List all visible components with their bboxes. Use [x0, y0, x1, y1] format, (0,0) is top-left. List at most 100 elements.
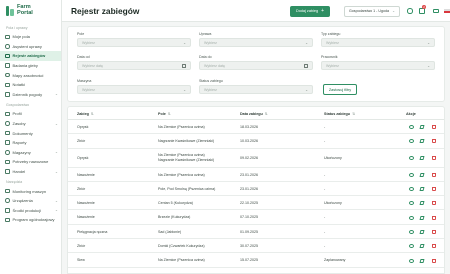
sidebar-item-label: Magazyny: [12, 149, 31, 155]
edit-icon[interactable]: [419, 258, 425, 263]
sidebar-item-label: Program ogólnokrajowy: [12, 217, 55, 223]
column-header-date[interactable]: Data zabiegu ⇅: [240, 112, 268, 116]
cell-field: Brzezie (Kukurydza): [158, 215, 191, 220]
apply-filters-button[interactable]: Zastosuj filtry: [323, 84, 357, 95]
sidebar-item[interactable]: Monitoring maszyn: [0, 186, 61, 196]
sidebar-item-label: Raporty: [12, 140, 27, 146]
delete-icon[interactable]: [432, 215, 436, 220]
column-header-status[interactable]: Status zabiegu ⇅: [324, 112, 355, 116]
chevron-down-icon: ⌄: [54, 169, 58, 174]
edit-icon[interactable]: [419, 156, 425, 161]
edit-icon[interactable]: [419, 201, 425, 206]
sidebar-item[interactable]: Notatki: [0, 80, 61, 90]
table-row[interactable]: Nawożenie Brzezie (Kukurydza) 07.10.2025 -: [68, 211, 444, 225]
treatment-type-placeholder: Wybierz: [326, 40, 339, 45]
edit-icon[interactable]: [419, 125, 425, 130]
sidebar-item[interactable]: Dokumenty: [0, 128, 61, 138]
delete-icon[interactable]: [432, 139, 436, 144]
machine-select[interactable]: Wybierz ⌄: [77, 85, 191, 94]
sidebar-item[interactable]: Handel ⌄: [0, 167, 61, 177]
sidebar-item[interactable]: Zasoby ⌄: [0, 119, 61, 129]
date-to-input[interactable]: Wybierz datę: [199, 61, 313, 70]
edit-icon[interactable]: [419, 215, 425, 220]
delete-icon[interactable]: [432, 258, 436, 263]
status-select[interactable]: Wybierz ⌄: [199, 85, 313, 94]
sidebar-item[interactable]: Asystent uprawy: [0, 42, 61, 52]
sidebar-item[interactable]: Mapy zasobności: [0, 70, 61, 80]
add-treatment-button[interactable]: Dodaj zabieg +: [290, 6, 330, 17]
sidebar-item[interactable]: Raporty: [0, 138, 61, 148]
date-from-input[interactable]: Wybierz datę: [77, 61, 191, 70]
table-row[interactable]: Zbiór Pole, Pod Smolną (Pszenica ozima) 23…: [68, 182, 444, 197]
sidebar-item-label: Asystent uprawy: [12, 43, 42, 49]
delete-icon[interactable]: [432, 125, 436, 130]
field-select[interactable]: Wybierz ⌄: [77, 38, 191, 47]
sidebar-item[interactable]: Dziennik pogody ⌄: [0, 90, 61, 100]
sidebar-section-title: Pola i uprawy: [6, 26, 28, 30]
calendar-icon: [182, 63, 186, 68]
cell-field: Centan 5 (Kukurydza): [158, 201, 193, 206]
farm-select[interactable]: Gospodarstwo 1 - Ugoda ⌄: [344, 6, 400, 17]
chevron-down-icon: ⌄: [427, 40, 430, 45]
cell-field: Pole, Pod Smolną (Pszenica ozima): [158, 186, 216, 191]
sidebar-item[interactable]: Środki produkcji ⌄: [0, 206, 61, 216]
column-header-field[interactable]: Pole ⇅: [158, 112, 171, 116]
view-icon[interactable]: [409, 215, 414, 220]
sidebar-item[interactable]: Profil: [0, 109, 61, 119]
phone-icon[interactable]: [407, 8, 413, 14]
view-icon[interactable]: [409, 139, 414, 144]
view-icon[interactable]: [409, 156, 414, 161]
sidebar-item[interactable]: Moje pola: [0, 32, 61, 42]
language-flag-icon[interactable]: [444, 9, 450, 13]
filter-crop-label: Uprawa: [199, 32, 212, 36]
column-header-treatment[interactable]: Zabieg ⇅: [77, 112, 94, 116]
treatment-type-select[interactable]: Wybierz ⌄: [321, 38, 435, 47]
sidebar-item[interactable]: Badania gleby: [0, 61, 61, 71]
view-icon[interactable]: [409, 187, 414, 192]
view-icon[interactable]: [409, 229, 414, 234]
table-row[interactable]: Siew Na Ziemice (Pszenica ozima) 15.07.202…: [68, 253, 444, 268]
view-icon[interactable]: [409, 258, 414, 263]
view-icon[interactable]: [409, 125, 414, 130]
edit-icon[interactable]: [419, 172, 425, 177]
edit-icon[interactable]: [419, 187, 425, 192]
sidebar-item[interactable]: Magazyny ⌄: [0, 148, 61, 158]
cell-date: 10.03.2026: [240, 139, 258, 144]
table-row[interactable]: Zbiór Domki (Czwartek Kukurydza) 30.07.202…: [68, 239, 444, 254]
table-row[interactable]: Pielęgnacja ręczna Sad (Jabłonie) 01.09.20…: [68, 225, 444, 240]
date-to-placeholder: Wybierz datę: [204, 63, 225, 68]
edit-icon[interactable]: [419, 244, 425, 249]
sidebar-item[interactable]: Rejestr zabiegów: [0, 51, 61, 61]
edit-icon[interactable]: [419, 229, 425, 234]
table-row[interactable]: Nawożenie Centan 5 (Kukurydza) 22.10.2025 U…: [68, 196, 444, 211]
flag-icon: [5, 217, 10, 223]
delete-icon[interactable]: [432, 187, 436, 192]
logo-text-line2: Portal: [17, 9, 33, 16]
cell-status: -: [324, 186, 326, 191]
delete-icon[interactable]: [432, 201, 436, 206]
sidebar-item-label: Dokumenty: [12, 130, 33, 136]
sidebar-item[interactable]: Potrzeby nawozowe: [0, 157, 61, 167]
mail-icon[interactable]: [433, 8, 439, 13]
view-icon[interactable]: [409, 244, 414, 249]
worker-select[interactable]: Wybierz ⌄: [321, 61, 435, 70]
delete-icon[interactable]: [432, 156, 436, 161]
table-row[interactable]: Nawożenie Na Ziemice (Pszenica ozima) 23.0…: [68, 168, 444, 182]
delete-icon[interactable]: [432, 229, 436, 234]
delete-icon[interactable]: [432, 172, 436, 177]
app-logo[interactable]: Farm Portal: [0, 0, 61, 22]
view-icon[interactable]: [409, 172, 414, 177]
table-row[interactable]: Oprysk Na Ziemice (Pszenica ozima) Nagrzan…: [68, 149, 444, 168]
table-row[interactable]: Oprysk Na Ziemice (Pszenica ozima) 18.03.2…: [68, 120, 444, 135]
edit-icon[interactable]: [419, 139, 425, 144]
sidebar: Farm Portal Pola i uprawy Moje pola Asyste…: [0, 0, 62, 274]
crop-select[interactable]: Wybierz ⌄: [199, 38, 313, 47]
sidebar-item[interactable]: Urządzenia ⌄: [0, 196, 61, 206]
cell-treatment: Nawożenie: [77, 172, 95, 177]
cell-field: Nagrzanie Kwaśnikowe (Ziemniaki): [158, 139, 215, 144]
cell-status: Ukończony: [324, 201, 342, 206]
table-row[interactable]: Zbiór Nagrzanie Kwaśnikowe (Ziemniaki) 10.…: [68, 134, 444, 149]
view-icon[interactable]: [409, 201, 414, 206]
delete-icon[interactable]: [432, 244, 436, 249]
sidebar-item[interactable]: Program ogólnokrajowy: [0, 215, 61, 225]
